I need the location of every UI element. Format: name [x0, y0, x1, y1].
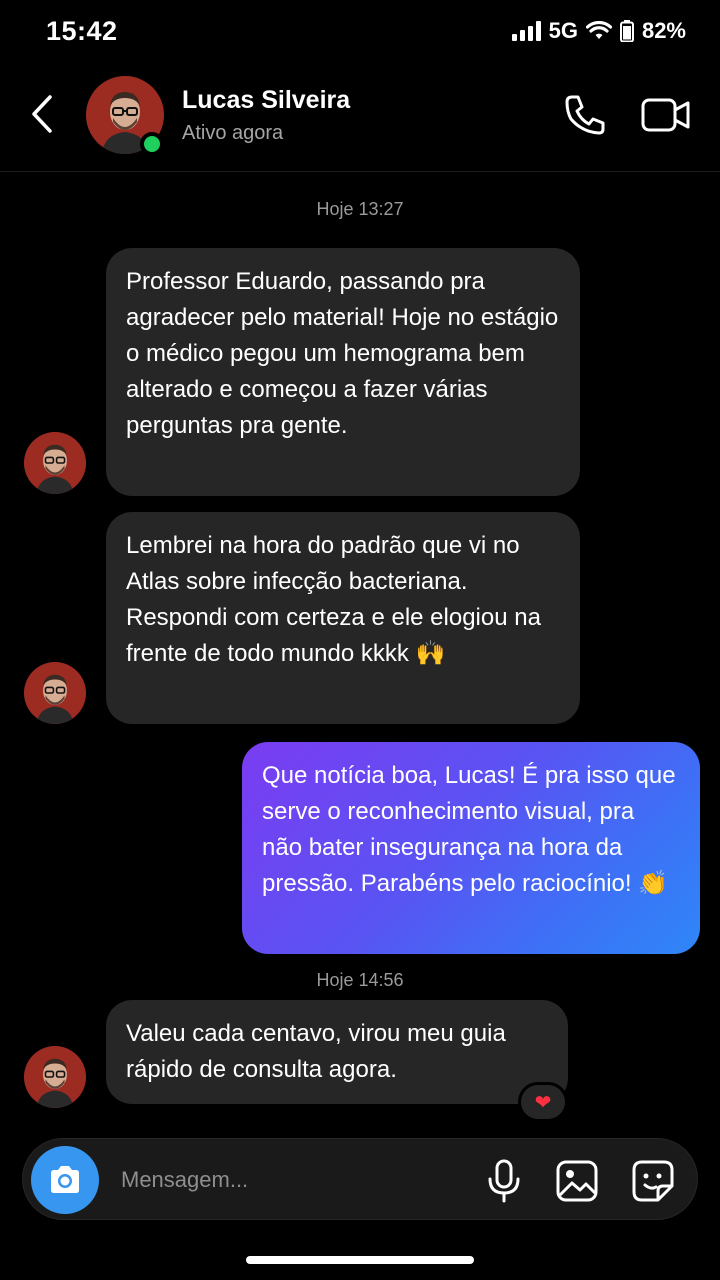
voice-call-button[interactable] [562, 92, 608, 138]
camera-button[interactable] [31, 1146, 99, 1214]
sticker-icon [632, 1160, 674, 1202]
message-bubble-incoming[interactable]: Lembrei na hora do padrão que vi no Atla… [106, 512, 580, 724]
timestamp: Hoje 13:27 [316, 199, 404, 219]
signal-icon [511, 21, 541, 41]
message-bubble-incoming[interactable]: Professor Eduardo, passando pra agradece… [106, 248, 580, 496]
back-arrow-icon [32, 95, 52, 133]
message-composer [22, 1138, 698, 1220]
sticker-button[interactable] [631, 1159, 675, 1203]
video-call-button[interactable] [640, 92, 692, 138]
microphone-button[interactable] [483, 1159, 525, 1203]
status-indicators: 5G 82% [511, 18, 686, 44]
camera-icon [51, 1166, 79, 1193]
sender-avatar [24, 1046, 86, 1108]
contact-status: Ativo agora [182, 122, 284, 144]
phone-icon [565, 95, 605, 135]
message-bubble-incoming[interactable]: Valeu cada centavo, virou meu guia rápid… [106, 1000, 568, 1104]
status-time: 15:42 [46, 16, 118, 46]
sender-avatar [24, 662, 86, 724]
gallery-button[interactable] [555, 1159, 599, 1203]
gallery-icon [556, 1160, 598, 1202]
message-bubble-outgoing[interactable]: Que notícia boa, Lucas! É pra isso que s… [242, 742, 700, 954]
wifi-icon [585, 21, 612, 39]
home-indicator[interactable] [246, 1256, 474, 1264]
video-camera-icon [641, 98, 690, 132]
message-input[interactable] [121, 1161, 461, 1199]
battery-label: 82% [641, 18, 686, 43]
microphone-icon [488, 1159, 520, 1203]
network-label: 5G [548, 18, 578, 43]
battery-icon [619, 20, 634, 42]
heart-reaction-icon[interactable]: ❤ [518, 1082, 568, 1122]
back-button[interactable] [22, 88, 62, 140]
online-indicator [140, 132, 164, 156]
timestamp: Hoje 14:56 [316, 970, 404, 990]
chat-header: Lucas Silveira Ativo agora [0, 64, 720, 172]
contact-name[interactable]: Lucas Silveira [182, 86, 350, 115]
sender-avatar [24, 432, 86, 494]
status-bar: 15:42 5G 82% [0, 0, 720, 64]
